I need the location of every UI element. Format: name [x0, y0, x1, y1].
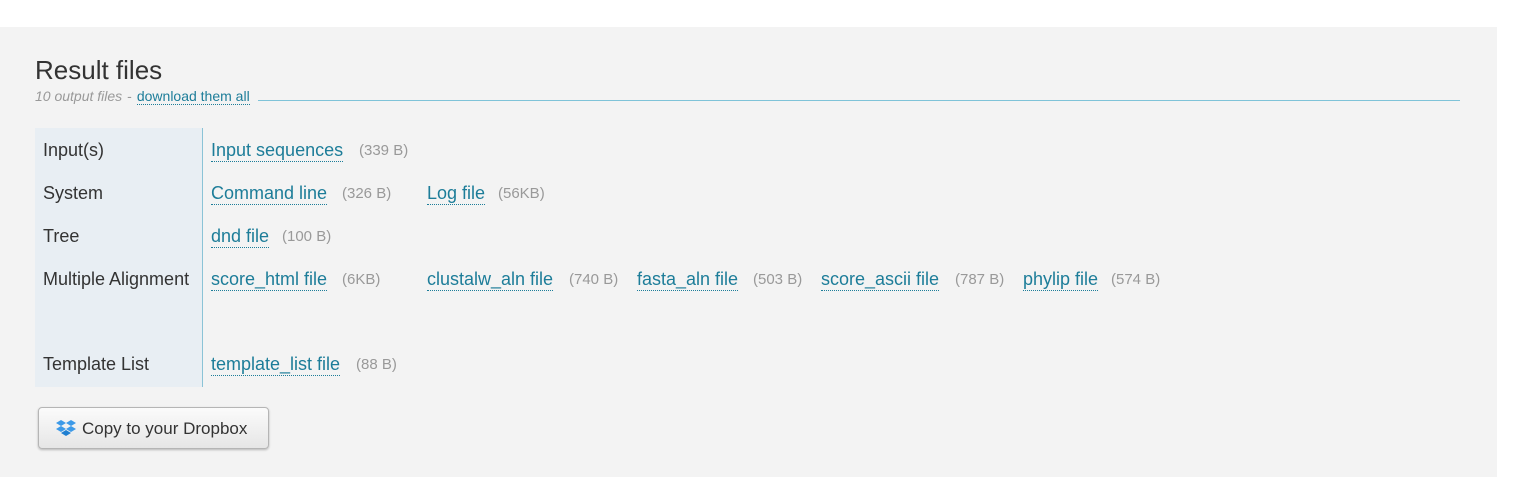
- file-size: (339 B): [359, 142, 409, 159]
- file-size: (88 B): [356, 356, 397, 373]
- file-size: (56KB): [498, 185, 545, 202]
- file-size: (326 B): [342, 185, 392, 202]
- file-link-input-sequences[interactable]: Input sequences: [211, 139, 344, 162]
- label-column: [35, 128, 203, 387]
- separator: -: [127, 88, 132, 104]
- result-files-table: Input(s) Input sequences (339 B) System …: [35, 128, 1465, 387]
- file-size: (6KB): [342, 271, 381, 288]
- dropbox-icon: [56, 420, 76, 438]
- file-link-clustalw-aln[interactable]: clustalw_aln file: [427, 268, 554, 291]
- table-row: System Command line (326 B) Log file (56…: [35, 179, 1465, 207]
- file-link-score-html[interactable]: score_html file: [211, 268, 328, 291]
- row-label: Tree: [43, 226, 80, 246]
- file-size: (503 B): [753, 271, 803, 288]
- download-all-link[interactable]: download them all: [136, 88, 250, 105]
- file-link-log-file[interactable]: Log file: [427, 182, 486, 205]
- file-link-dnd-file[interactable]: dnd file: [211, 225, 270, 248]
- table-row: Multiple Alignment score_html file (6KB)…: [35, 265, 1465, 293]
- result-files-panel: Result files 10 output files - download …: [0, 27, 1497, 477]
- file-size: (100 B): [282, 228, 332, 245]
- row-label: Multiple Alignment: [43, 269, 190, 289]
- file-link-phylip[interactable]: phylip file: [1023, 268, 1099, 291]
- table-row: Template List template_list file (88 B): [35, 350, 1465, 378]
- file-link-command-line[interactable]: Command line: [211, 182, 328, 205]
- table-row: Input(s) Input sequences (339 B): [35, 136, 1465, 164]
- file-link-fasta-aln[interactable]: fasta_aln file: [637, 268, 739, 291]
- table-row: Tree dnd file (100 B): [35, 222, 1465, 250]
- output-count: 10 output files: [35, 88, 123, 104]
- file-link-template-list[interactable]: template_list file: [211, 353, 341, 376]
- row-label: System: [43, 183, 104, 203]
- file-link-score-ascii[interactable]: score_ascii file: [821, 268, 940, 291]
- file-size: (787 B): [955, 271, 1005, 288]
- row-label: Input(s): [43, 140, 105, 160]
- file-size: (740 B): [569, 271, 619, 288]
- divider-rule: [257, 99, 1460, 101]
- dropbox-button-label: Copy to your Dropbox: [82, 419, 248, 438]
- copy-to-dropbox-button[interactable]: Copy to your Dropbox: [38, 407, 269, 449]
- file-size: (574 B): [1111, 271, 1161, 288]
- row-label: Template List: [43, 354, 150, 374]
- output-summary: 10 output files - download them all: [35, 88, 1460, 105]
- section-title: Result files: [35, 55, 163, 85]
